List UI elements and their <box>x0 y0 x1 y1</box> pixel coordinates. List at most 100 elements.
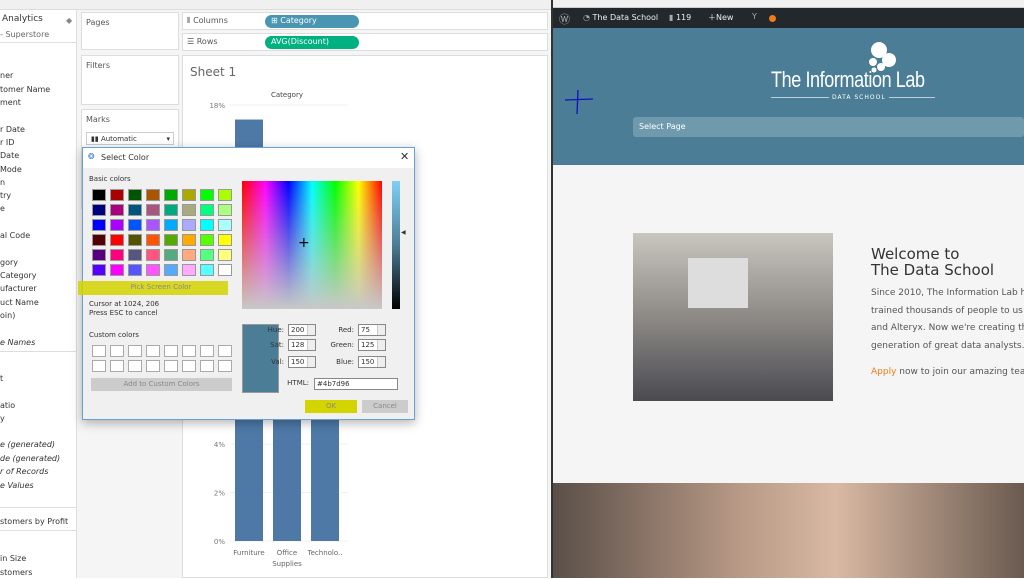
basic-color-swatch[interactable] <box>92 249 106 261</box>
field-item[interactable]: ment <box>0 98 21 107</box>
basic-color-swatch[interactable] <box>110 234 124 246</box>
basic-color-swatch[interactable] <box>146 204 160 216</box>
basic-color-swatch[interactable] <box>146 264 160 276</box>
basic-color-swatch[interactable] <box>164 219 178 231</box>
basic-color-swatch[interactable] <box>218 219 232 231</box>
basic-color-swatch[interactable] <box>200 264 214 276</box>
field-item[interactable]: stomers <box>0 568 32 577</box>
custom-color-slot[interactable] <box>110 360 124 372</box>
columns-shelf[interactable]: ⦀ Columns ⊞ Category <box>182 12 548 30</box>
cancel-button[interactable]: Cancel <box>362 400 408 413</box>
basic-color-swatch[interactable] <box>92 204 106 216</box>
field-item[interactable]: ufacturer <box>0 284 37 293</box>
field-item[interactable]: t <box>0 374 3 383</box>
basic-color-swatch[interactable] <box>200 204 214 216</box>
custom-color-slot[interactable] <box>110 345 124 357</box>
custom-color-slot[interactable] <box>92 360 106 372</box>
wordpress-icon[interactable]: Ⓦ <box>559 11 570 27</box>
basic-color-swatch[interactable] <box>218 234 232 246</box>
field-item[interactable]: e Values <box>0 481 34 490</box>
add-to-custom-colors-button[interactable]: Add to Custom Colors <box>91 378 232 391</box>
category-pill[interactable]: ⊞ Category <box>265 15 359 28</box>
basic-color-swatch[interactable] <box>146 234 160 246</box>
field-item[interactable]: ner <box>0 71 13 80</box>
custom-color-slot[interactable] <box>218 360 232 372</box>
field-item[interactable]: e <box>0 204 5 213</box>
avg-discount-pill[interactable]: AVG(Discount) <box>265 36 359 49</box>
basic-color-swatch[interactable] <box>92 189 106 201</box>
basic-color-swatch[interactable] <box>200 219 214 231</box>
new-link[interactable]: ＋New <box>708 12 733 23</box>
custom-color-slot[interactable] <box>92 345 106 357</box>
custom-color-slot[interactable] <box>182 360 196 372</box>
basic-color-swatch[interactable] <box>92 219 106 231</box>
basic-color-swatch[interactable] <box>128 264 142 276</box>
comments-link[interactable]: ▮ 119 <box>669 13 691 22</box>
custom-color-slot[interactable] <box>128 345 142 357</box>
field-item[interactable]: oin) <box>0 311 15 320</box>
custom-color-slot[interactable] <box>146 345 160 357</box>
filters-card[interactable]: Filters <box>81 55 179 105</box>
basic-color-swatch[interactable] <box>164 264 178 276</box>
field-item[interactable]: r ID <box>0 138 14 147</box>
basic-color-swatch[interactable] <box>218 204 232 216</box>
basic-color-swatch[interactable] <box>218 189 232 201</box>
basic-color-swatch[interactable] <box>92 234 106 246</box>
val-spinbox[interactable]: 150 <box>288 356 316 368</box>
basic-color-swatch[interactable] <box>182 204 196 216</box>
basic-color-swatch[interactable] <box>182 234 196 246</box>
field-item[interactable]: n <box>0 178 5 187</box>
basic-color-swatch[interactable] <box>182 264 196 276</box>
basic-color-swatch[interactable] <box>128 204 142 216</box>
field-item[interactable]: e (generated) <box>0 440 55 449</box>
basic-color-swatch[interactable] <box>128 249 142 261</box>
basic-color-swatch[interactable] <box>110 204 124 216</box>
rows-shelf[interactable]: ☰ Rows AVG(Discount) <box>182 33 548 51</box>
field-item[interactable]: al Code <box>0 231 30 240</box>
value-slider[interactable] <box>392 181 400 309</box>
basic-color-swatch[interactable] <box>164 249 178 261</box>
blue-spinbox[interactable]: 150 <box>358 356 386 368</box>
field-item[interactable]: r Date <box>0 125 25 134</box>
ok-button[interactable]: OK <box>311 402 351 412</box>
basic-color-swatch[interactable] <box>110 249 124 261</box>
custom-color-slot[interactable] <box>218 345 232 357</box>
pages-card[interactable]: Pages <box>81 12 179 50</box>
field-item[interactable]: Date <box>0 151 19 160</box>
site-logo[interactable]: The Information Lab <box>771 67 925 93</box>
select-page-dropdown[interactable]: Select Page <box>633 117 1024 137</box>
red-spinbox[interactable]: 75 <box>358 324 386 336</box>
custom-color-slot[interactable] <box>164 345 178 357</box>
field-item[interactable]: try <box>0 191 11 200</box>
basic-color-swatch[interactable] <box>200 234 214 246</box>
field-item[interactable]: Mode <box>0 165 22 174</box>
basic-color-swatch[interactable] <box>110 264 124 276</box>
mark-type-dropdown[interactable]: ▮▮ Automatic ▾ <box>86 132 174 145</box>
basic-color-swatch[interactable] <box>218 249 232 261</box>
basic-color-swatch[interactable] <box>218 264 232 276</box>
basic-color-swatch[interactable] <box>128 219 142 231</box>
hue-spinbox[interactable]: 200 <box>288 324 316 336</box>
basic-color-swatch[interactable] <box>200 249 214 261</box>
site-link[interactable]: ◔ The Data School <box>583 13 658 22</box>
field-item[interactable]: uct Name <box>0 298 39 307</box>
sat-spinbox[interactable]: 128 <box>288 339 316 351</box>
custom-color-slot[interactable] <box>200 345 214 357</box>
analytics-tab[interactable]: Analytics <box>2 14 43 24</box>
field-item[interactable]: gory <box>0 258 18 267</box>
field-item[interactable]: de (generated) <box>0 454 60 463</box>
html-field[interactable]: #4b7d96 <box>314 378 398 390</box>
field-item[interactable]: in Size <box>0 554 26 563</box>
basic-color-swatch[interactable] <box>164 189 178 201</box>
pick-screen-color-button[interactable]: Pick Screen Color <box>91 283 231 294</box>
yoast-icon[interactable]: Y <box>752 12 757 21</box>
basic-color-swatch[interactable] <box>182 189 196 201</box>
field-item[interactable]: stomers by Profit <box>0 517 68 526</box>
slider-arrow-icon[interactable]: ◀ <box>401 229 406 236</box>
field-item[interactable]: atio <box>0 401 15 410</box>
basic-color-swatch[interactable] <box>92 264 106 276</box>
field-item[interactable]: tomer Name <box>0 85 50 94</box>
basic-color-swatch[interactable] <box>110 219 124 231</box>
field-item[interactable]: Category <box>0 271 37 280</box>
green-spinbox[interactable]: 125 <box>358 339 386 351</box>
